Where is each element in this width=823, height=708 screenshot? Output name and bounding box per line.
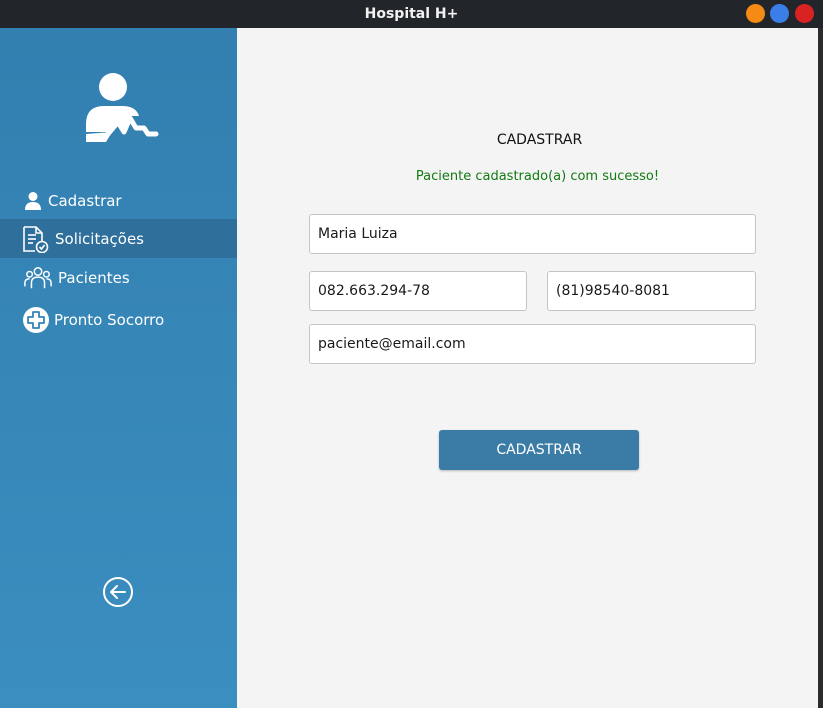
app-window: Cadastrar Solicitações Pacientes Pronto … [0,28,818,708]
minimize-button[interactable] [746,4,765,23]
sidebar-item-pronto-socorro[interactable]: Pronto Socorro [0,300,237,339]
cpf-field[interactable] [309,271,527,311]
document-check-icon [21,225,49,253]
sidebar: Cadastrar Solicitações Pacientes Pronto … [0,28,237,708]
main-content: CADASTRAR Paciente cadastrado(a) com suc… [237,28,818,708]
page-title: CADASTRAR [496,132,583,148]
sidebar-item-pacientes[interactable]: Pacientes [0,258,237,297]
sidebar-item-solicitacoes[interactable]: Solicitações [0,219,237,258]
maximize-button[interactable] [770,4,789,23]
medical-cross-icon [22,306,50,334]
success-message: Paciente cadastrado(a) com sucesso! [415,169,660,184]
users-group-icon [24,264,52,292]
title-bar: Hospital H+ [0,0,823,28]
name-field[interactable] [309,214,756,254]
sidebar-item-label: Pacientes [58,268,130,287]
arrow-left-circle-icon[interactable] [102,576,134,608]
doctor-heartbeat-icon [86,73,159,142]
sidebar-item-label: Solicitações [55,229,144,248]
phone-field[interactable] [547,271,756,311]
window-title: Hospital H+ [364,6,459,22]
sidebar-item-cadastrar[interactable]: Cadastrar [0,181,237,220]
sidebar-item-label: Cadastrar [48,191,122,210]
email-field[interactable] [309,324,756,364]
close-button[interactable] [795,4,814,23]
submit-button[interactable]: CADASTRAR [439,430,639,470]
user-icon [19,187,47,215]
sidebar-item-label: Pronto Socorro [54,310,165,329]
